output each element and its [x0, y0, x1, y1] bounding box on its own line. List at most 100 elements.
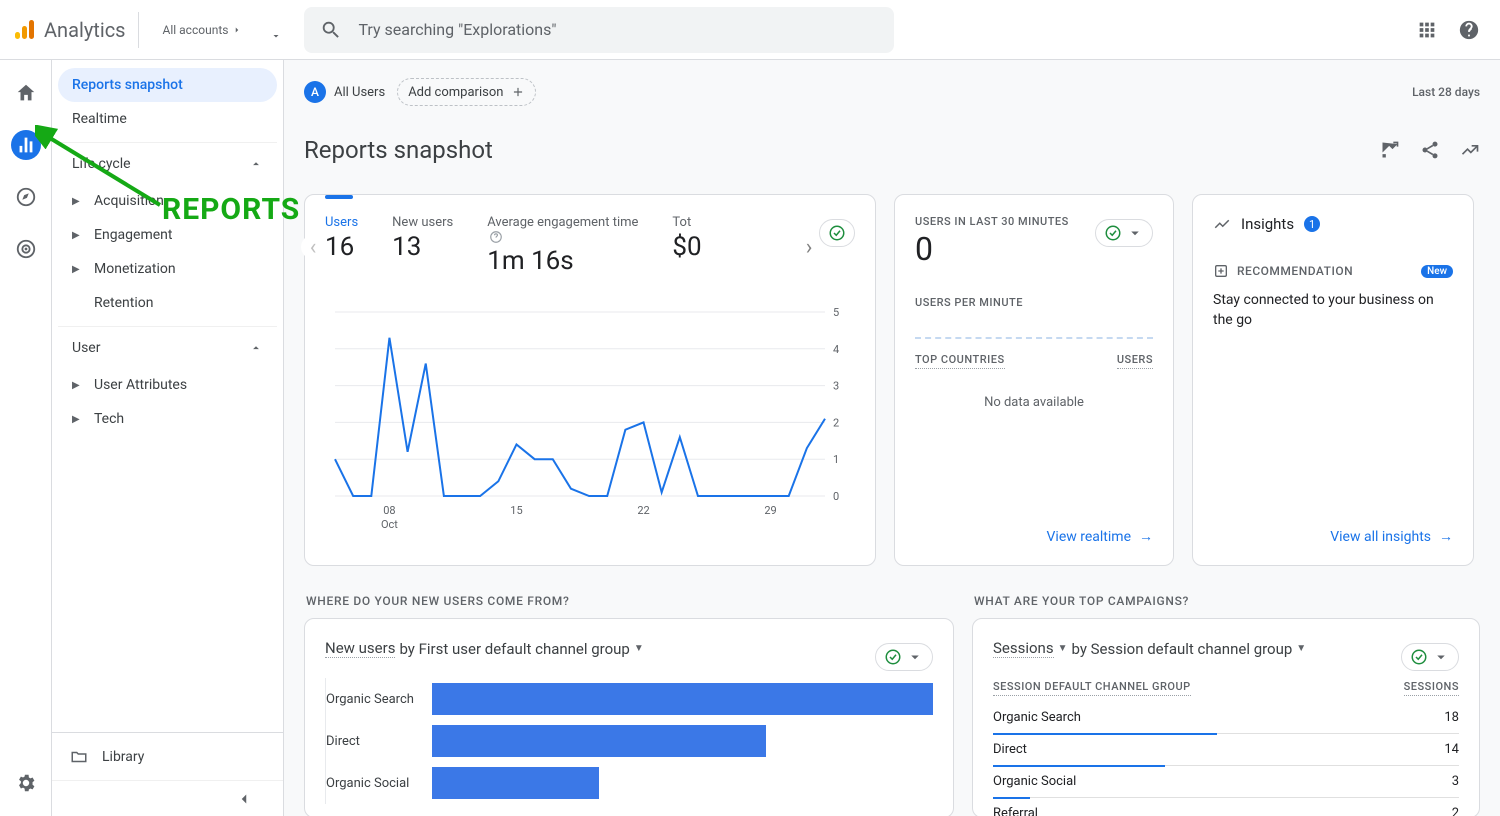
metric-engagement-time[interactable]: Average engagement time 1m 16s: [487, 215, 638, 276]
accounts-label: All accounts: [163, 23, 229, 37]
svg-text:0: 0: [833, 490, 839, 503]
accounts-dropdown-icon[interactable]: [266, 18, 286, 42]
recommendation-text: Stay connected to your business on the g…: [1213, 291, 1453, 330]
sidebar-collapse[interactable]: [52, 780, 283, 816]
sessions-row: Direct14: [993, 734, 1459, 766]
chevron-down-icon: [1432, 648, 1450, 666]
nav-reports-icon[interactable]: [11, 130, 41, 160]
nav-advertising-icon[interactable]: [11, 234, 41, 264]
segment-label: All Users: [334, 85, 385, 100]
icon-rail: [0, 60, 52, 816]
add-comparison-button[interactable]: Add comparison: [397, 78, 536, 106]
arrow-right-icon: →: [1439, 528, 1453, 545]
nav-explore-icon[interactable]: [11, 182, 41, 212]
insights-icon[interactable]: [1460, 140, 1480, 160]
sidebar-item-user-attributes[interactable]: ▶User Attributes: [58, 368, 277, 402]
svg-text:2: 2: [833, 416, 839, 429]
view-insights-link[interactable]: View all insights →: [1213, 528, 1453, 545]
status-chip[interactable]: [1401, 643, 1459, 671]
svg-text:5: 5: [833, 306, 839, 319]
bar-label: Organic Search: [326, 692, 418, 707]
realtime-columns: TOP COUNTRIES USERS: [915, 353, 1153, 369]
sparkle-icon: [1213, 215, 1231, 233]
segment-badge: A: [304, 81, 326, 103]
section-question-2: WHAT ARE YOUR TOP CAMPAIGNS?: [974, 594, 1480, 608]
folder-icon: [70, 748, 88, 766]
main-content: A All Users Add comparison Last 28 days …: [284, 60, 1500, 816]
top-right-actions: [1416, 19, 1488, 41]
date-range[interactable]: Last 28 days: [1412, 85, 1480, 99]
metrics-scroll-left[interactable]: ‹: [301, 235, 325, 259]
sidebar-item-tech[interactable]: ▶Tech: [58, 402, 277, 436]
bar-label: Organic Social: [326, 776, 418, 791]
svg-text:Oct: Oct: [381, 518, 398, 531]
sidebar-item-reports-snapshot[interactable]: Reports snapshot: [58, 68, 277, 102]
metric-users[interactable]: Users 16: [325, 215, 358, 262]
bar-fill: [432, 683, 933, 715]
sessions-row: Organic Social3: [993, 766, 1459, 798]
sidebar-item-monetization[interactable]: ▶Monetization: [58, 252, 277, 286]
channels-card-title[interactable]: New users by First user default channel …: [325, 639, 933, 658]
chevron-up-icon: [249, 341, 263, 355]
nav-home-icon[interactable]: [11, 78, 41, 108]
overview-line-chart: 01234508152229Oct: [325, 306, 855, 536]
sidebar-item-realtime[interactable]: Realtime: [58, 102, 277, 136]
sessions-row: Organic Search18: [993, 702, 1459, 734]
svg-text:3: 3: [833, 380, 839, 393]
new-badge: New: [1421, 265, 1453, 278]
main-header: A All Users Add comparison Last 28 days: [304, 78, 1480, 106]
sessions-card-title[interactable]: Sessions▼ by Session default channel gro…: [993, 639, 1459, 658]
realtime-no-data: No data available: [915, 395, 1153, 410]
sidebar: Reports snapshot Realtime Life cycle ▶Ac…: [52, 60, 284, 816]
card-new-users-channel: New users by First user default channel …: [304, 618, 954, 816]
chevron-right-icon: [232, 25, 242, 35]
svg-text:1: 1: [833, 453, 839, 466]
insights-title: Insights: [1241, 215, 1294, 233]
chevron-down-icon: [906, 648, 924, 666]
help-icon: [489, 230, 503, 244]
sidebar-section-user[interactable]: User: [58, 326, 277, 368]
sidebar-item-acquisition[interactable]: ▶Acquisition: [58, 184, 277, 218]
plus-icon: [511, 85, 525, 99]
help-icon[interactable]: [1458, 19, 1480, 41]
sidebar-library[interactable]: Library: [52, 732, 283, 780]
apps-icon[interactable]: [1416, 19, 1438, 41]
title-actions: [1380, 140, 1480, 160]
top-bar: Analytics All accounts Try searching "Ex…: [0, 0, 1500, 60]
metrics-scroll-right[interactable]: ›: [797, 235, 821, 259]
status-chip[interactable]: [875, 643, 933, 671]
insights-header: Insights 1: [1213, 215, 1453, 233]
app-shell: Reports snapshot Realtime Life cycle ▶Ac…: [0, 60, 1500, 816]
chevron-left-icon: [235, 790, 253, 808]
share-icon[interactable]: [1420, 140, 1440, 160]
analytics-logo-icon: [12, 18, 36, 42]
svg-text:08: 08: [383, 504, 395, 517]
accounts-selector[interactable]: All accounts: [149, 23, 257, 37]
bar-label: Direct: [326, 734, 418, 749]
nav-settings-icon[interactable]: [11, 768, 41, 798]
chevron-up-icon: [249, 157, 263, 171]
sidebar-item-engagement[interactable]: ▶Engagement: [58, 218, 277, 252]
sidebar-item-retention[interactable]: Retention: [58, 286, 277, 320]
sidebar-section-life-cycle[interactable]: Life cycle: [58, 142, 277, 184]
status-chip[interactable]: [1095, 219, 1153, 247]
realtime-separator: [915, 337, 1153, 339]
card-sessions-channel: Sessions▼ by Session default channel gro…: [972, 618, 1480, 816]
metric-total-revenue[interactable]: Tot $0: [672, 215, 702, 262]
title-row: Reports snapshot: [304, 136, 1480, 164]
realtime-per-minute-label: USERS PER MINUTE: [915, 296, 1153, 309]
search-bar[interactable]: Try searching "Explorations": [304, 7, 894, 53]
customize-icon[interactable]: [1380, 140, 1400, 160]
metric-new-users[interactable]: New users 13: [392, 215, 453, 262]
svg-text:4: 4: [833, 343, 839, 356]
arrow-right-icon: →: [1139, 528, 1153, 545]
card-realtime: USERS IN LAST 30 MINUTES 0 USERS PER MIN…: [894, 194, 1174, 566]
section-question-1: WHERE DO YOUR NEW USERS COME FROM?: [306, 594, 954, 608]
sessions-table-header: SESSION DEFAULT CHANNEL GROUP SESSIONS: [993, 680, 1459, 696]
sessions-row: Referral2: [993, 798, 1459, 816]
brand-name: Analytics: [44, 18, 126, 42]
view-realtime-link[interactable]: View realtime →: [915, 528, 1153, 545]
realtime-col-users: USERS: [1117, 353, 1153, 369]
svg-text:29: 29: [764, 504, 776, 517]
segment-all-users[interactable]: A All Users: [304, 81, 385, 103]
